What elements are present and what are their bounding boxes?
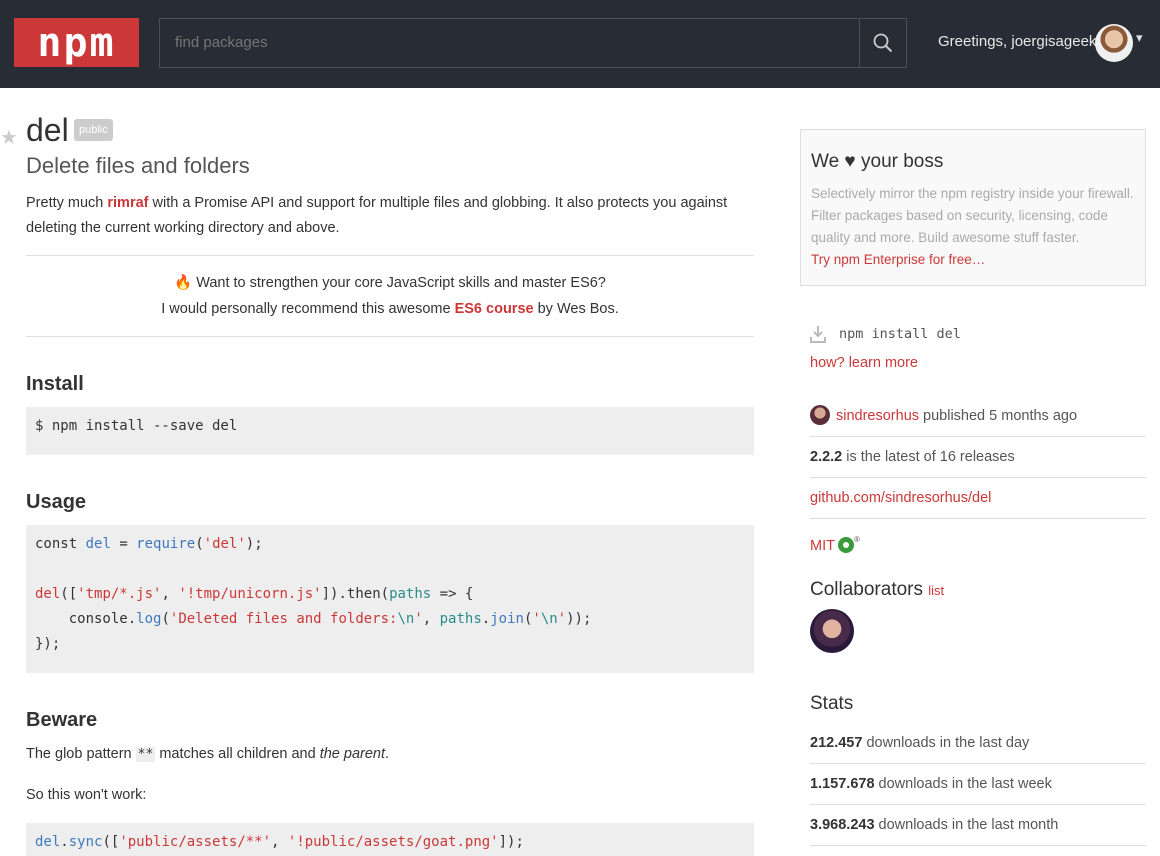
usage-code-block: const del = require('del'); del(['tmp/*.…: [26, 525, 754, 673]
promo-block: 🔥 Want to strengthen your core JavaScrip…: [26, 270, 754, 322]
beware-text-2: matches all children and: [155, 746, 320, 762]
top-navbar: npm Greetings, joergisageek ▾: [0, 0, 1160, 88]
publisher-avatar[interactable]: [810, 405, 830, 425]
publisher-link[interactable]: sindresorhus: [836, 408, 919, 424]
stat-row-day: 212.457 downloads in the last day: [810, 723, 1146, 764]
learn-more-link[interactable]: how? learn more: [810, 355, 918, 371]
search-button[interactable]: [859, 19, 906, 67]
beware-emphasis: the parent: [319, 746, 386, 762]
search-bar: [159, 18, 907, 68]
promo-line-1: Want to strengthen your core JavaScript …: [192, 275, 606, 291]
published-text: published 5 months ago: [919, 408, 1078, 424]
glob-code: **: [135, 747, 156, 762]
license-row: MIT ®: [810, 519, 1146, 560]
stat-label: downloads in the last week: [874, 776, 1052, 792]
stat-value: 212.457: [810, 735, 863, 751]
sync-code-block: del.sync(['public/assets/**', '!public/a…: [26, 823, 754, 856]
promo-line-2-start: I would personally recommend this awesom…: [161, 301, 455, 317]
version-number: 2.2.2: [810, 449, 843, 465]
collaborators-list-link[interactable]: list: [928, 583, 944, 598]
visibility-badge: public: [74, 119, 113, 141]
npm-logo[interactable]: npm: [14, 18, 139, 67]
beware-text-3: .: [385, 746, 390, 762]
readme-intro: Pretty much rimraf with a Promise API an…: [26, 191, 754, 241]
version-text: is the latest of 16 releases: [842, 449, 1015, 465]
beware-text-1: The glob pattern: [26, 746, 136, 762]
publisher-row: sindresorhus published 5 months ago: [810, 396, 1146, 437]
promo-line-2-end: by Wes Bos.: [533, 301, 619, 317]
install-heading: Install: [26, 373, 84, 395]
intro-text-start: Pretty much: [26, 195, 108, 211]
es6-course-link[interactable]: ES6 course: [455, 301, 534, 317]
boss-title: We ♥ your boss: [811, 151, 944, 172]
star-icon[interactable]: ★: [0, 125, 18, 150]
repo-row: github.com/sindresorhus/del: [810, 478, 1146, 519]
install-command[interactable]: npm install del: [839, 326, 961, 342]
logo-text: npm: [37, 19, 116, 66]
beware-paragraph-2: So this won't work:: [26, 787, 147, 803]
fire-icon: 🔥: [174, 275, 193, 291]
user-avatar[interactable]: [1095, 24, 1133, 62]
divider: [26, 255, 754, 256]
package-name: del: [26, 112, 69, 148]
collaborators-heading: Collaborators: [810, 579, 923, 600]
enterprise-promo-box: We ♥ your boss Selectively mirror the np…: [800, 129, 1146, 286]
beware-heading: Beware: [26, 709, 98, 731]
version-row: 2.2.2 is the latest of 16 releases: [810, 437, 1146, 478]
osi-logo-icon: [837, 537, 854, 553]
stat-value: 3.968.243: [810, 817, 875, 833]
search-icon: [873, 33, 893, 53]
download-icon: [810, 326, 826, 343]
boss-body-text: Selectively mirror the npm registry insi…: [811, 186, 1134, 245]
divider: [26, 336, 754, 337]
usage-heading: Usage: [26, 491, 87, 513]
stat-value: 1.157.678: [810, 776, 875, 792]
stat-row-month: 3.968.243 downloads in the last month: [810, 805, 1146, 846]
chevron-down-icon[interactable]: ▾: [1136, 30, 1143, 46]
install-code-block: $ npm install --save del: [26, 407, 754, 455]
registered-mark: ®: [853, 535, 860, 544]
stat-label: downloads in the last month: [874, 817, 1059, 833]
search-input[interactable]: [160, 19, 860, 67]
collaborators-title: Collaborators list: [810, 579, 944, 601]
package-description: Delete files and folders: [26, 153, 250, 178]
enterprise-link[interactable]: Try npm Enterprise for free…: [811, 252, 985, 267]
stats-title: Stats: [810, 693, 854, 714]
collaborator-avatar[interactable]: [810, 609, 854, 653]
rimraf-link[interactable]: rimraf: [107, 195, 148, 211]
stat-label: downloads in the last day: [862, 735, 1030, 751]
license-link[interactable]: MIT: [810, 538, 835, 554]
repo-link[interactable]: github.com/sindresorhus/del: [810, 490, 991, 506]
user-greeting: Greetings, joergisageek: [938, 33, 1097, 50]
stat-row-week: 1.157.678 downloads in the last week: [810, 764, 1146, 805]
beware-paragraph: The glob pattern ** matches all children…: [26, 746, 389, 762]
boss-body: Selectively mirror the npm registry insi…: [811, 183, 1141, 271]
